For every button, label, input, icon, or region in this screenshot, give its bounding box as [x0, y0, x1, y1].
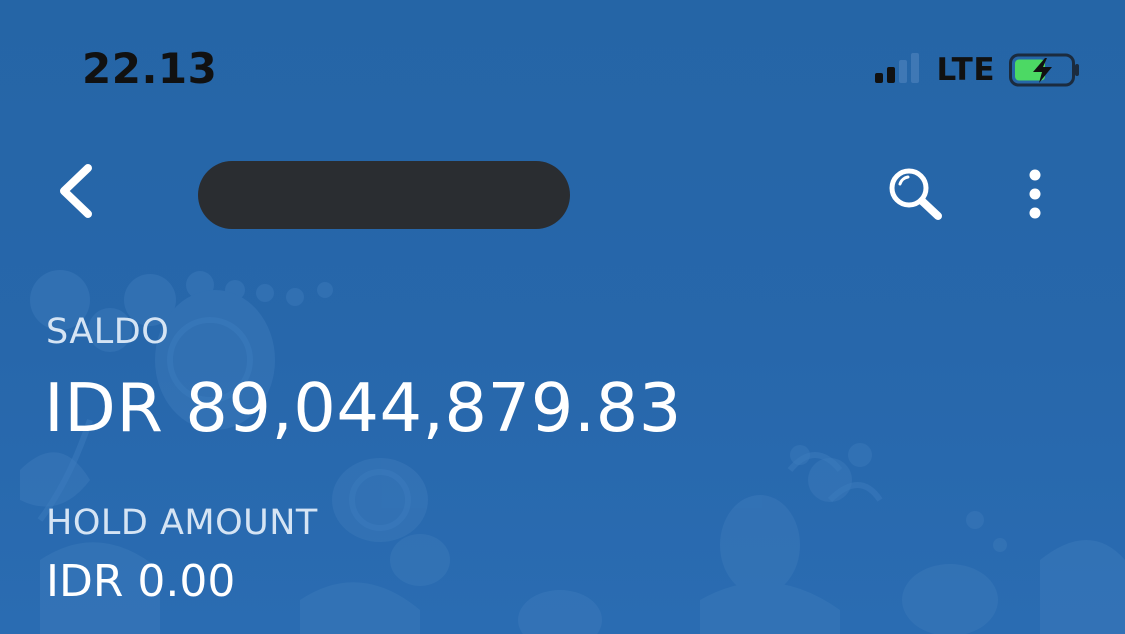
network-type-label: LTE — [936, 52, 995, 88]
hold-amount-label: HOLD AMOUNT — [46, 503, 318, 543]
balance-value: IDR 89,044,879.83 — [44, 369, 682, 447]
balance-label: SALDO — [46, 312, 170, 352]
cellular-signal-icon — [874, 53, 927, 87]
status-time: 22.13 — [82, 44, 218, 93]
account-title-redacted — [198, 161, 570, 229]
account-screen: 22.13 LTE SALDO IDR 89,044,879.83 HOLD A… — [0, 0, 1125, 634]
back-chevron-icon[interactable] — [52, 162, 104, 220]
more-vertical-icon[interactable] — [1018, 168, 1052, 220]
search-icon[interactable] — [886, 166, 944, 222]
battery-charging-icon — [1009, 53, 1079, 87]
status-indicators: LTE — [874, 50, 1081, 90]
hold-amount-value: IDR 0.00 — [46, 556, 236, 607]
